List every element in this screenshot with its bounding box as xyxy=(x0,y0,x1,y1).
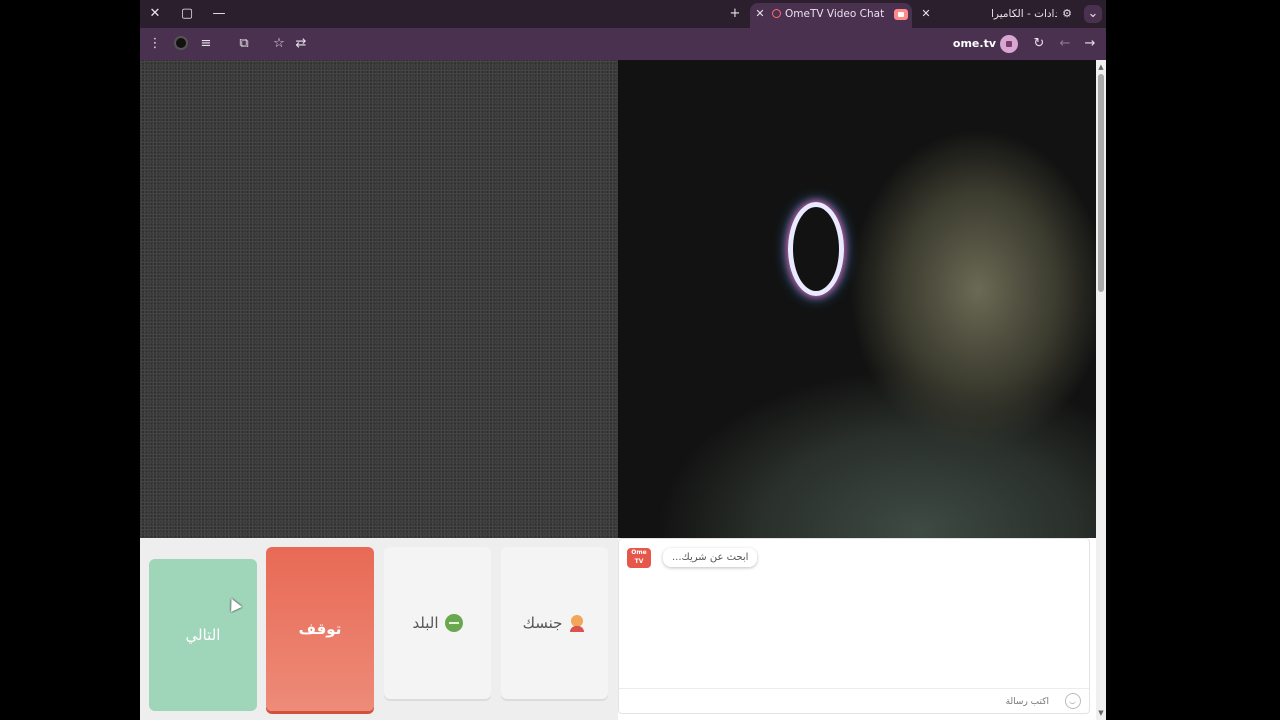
site-camera-icon[interactable] xyxy=(1000,35,1018,53)
gear-icon: ⚙ xyxy=(1062,7,1072,20)
next-button-label: التالي xyxy=(185,626,221,644)
reload-icon[interactable]: ↻ xyxy=(1030,35,1048,53)
tab-ometv[interactable]: ✕ OmeTV Video Chat — Ome xyxy=(750,3,912,28)
ometv-logo: Ome TV xyxy=(627,548,651,568)
scroll-up-icon[interactable]: ▲ xyxy=(1096,62,1106,72)
share-icon[interactable]: ⇄ xyxy=(292,35,310,53)
self-camera-video xyxy=(618,60,1096,538)
tab-title: الإعدادات - الكاميرا xyxy=(991,8,1057,20)
tab-close-icon[interactable]: ✕ xyxy=(753,7,767,21)
browser-toolbar: ⋮ ≡ ⧉ ☆ ⇄ ome.tv ↻ ← → xyxy=(140,28,1106,60)
back-icon[interactable]: → xyxy=(1081,35,1099,53)
person-icon xyxy=(568,614,586,632)
globe-icon xyxy=(444,614,463,632)
window-maximize-icon[interactable]: ▢ xyxy=(178,5,196,23)
scroll-thumb[interactable] xyxy=(1098,74,1104,292)
browser-window: ✕ ▢ — + ✕ OmeTV Video Chat — Ome ✕ الإعد… xyxy=(140,0,1106,720)
extensions-icon[interactable]: ⧉ xyxy=(235,35,253,53)
scroll-down-icon[interactable]: ▼ xyxy=(1096,708,1106,718)
page-scrollbar[interactable]: ▲ ▼ xyxy=(1096,60,1106,720)
status-message: ...ابحث عن شريك xyxy=(663,548,758,567)
partner-video-static xyxy=(140,60,618,538)
forward-icon[interactable]: ← xyxy=(1056,35,1074,53)
tab-close-icon[interactable]: ✕ xyxy=(919,7,933,21)
bookmark-star-icon[interactable]: ☆ xyxy=(270,35,288,53)
chat-panel: Ome TV ...ابحث عن شريك xyxy=(618,538,1090,714)
recording-favicon-icon xyxy=(772,9,781,18)
menu-dots-icon[interactable]: ⋮ xyxy=(146,35,164,53)
profile-avatar[interactable] xyxy=(174,36,188,50)
reading-list-icon[interactable]: ≡ xyxy=(197,35,215,53)
stop-button-label: توقف xyxy=(298,620,342,638)
chat-input-bar xyxy=(619,688,1089,713)
chat-controls: التالي توقف البلد جنسك xyxy=(140,538,618,720)
emoji-icon[interactable] xyxy=(1065,693,1081,709)
headset-light xyxy=(788,202,844,296)
message-input[interactable] xyxy=(627,693,1051,711)
stop-button[interactable]: توقف xyxy=(266,547,374,711)
country-button[interactable]: البلد xyxy=(384,547,491,699)
new-tab-icon[interactable]: + xyxy=(726,5,744,23)
tab-settings-camera[interactable]: ✕ الإعدادات - الكاميرا ⚙ xyxy=(917,3,1072,28)
window-close-icon[interactable]: ✕ xyxy=(146,5,164,23)
gender-button-label: جنسك xyxy=(522,614,563,632)
window-minimize-icon[interactable]: — xyxy=(210,5,228,23)
gender-button[interactable]: جنسك xyxy=(501,547,608,699)
tab-title: OmeTV Video Chat — Ome xyxy=(785,8,887,20)
camera-recording-icon xyxy=(894,9,908,20)
next-button[interactable]: التالي xyxy=(149,559,257,711)
country-button-label: البلد xyxy=(412,614,439,632)
chevron-down-icon[interactable]: ⌄ xyxy=(1084,5,1102,23)
tab-strip: ✕ ▢ — + ✕ OmeTV Video Chat — Ome ✕ الإعد… xyxy=(140,0,1106,28)
address-bar-url[interactable]: ome.tv xyxy=(953,37,996,50)
